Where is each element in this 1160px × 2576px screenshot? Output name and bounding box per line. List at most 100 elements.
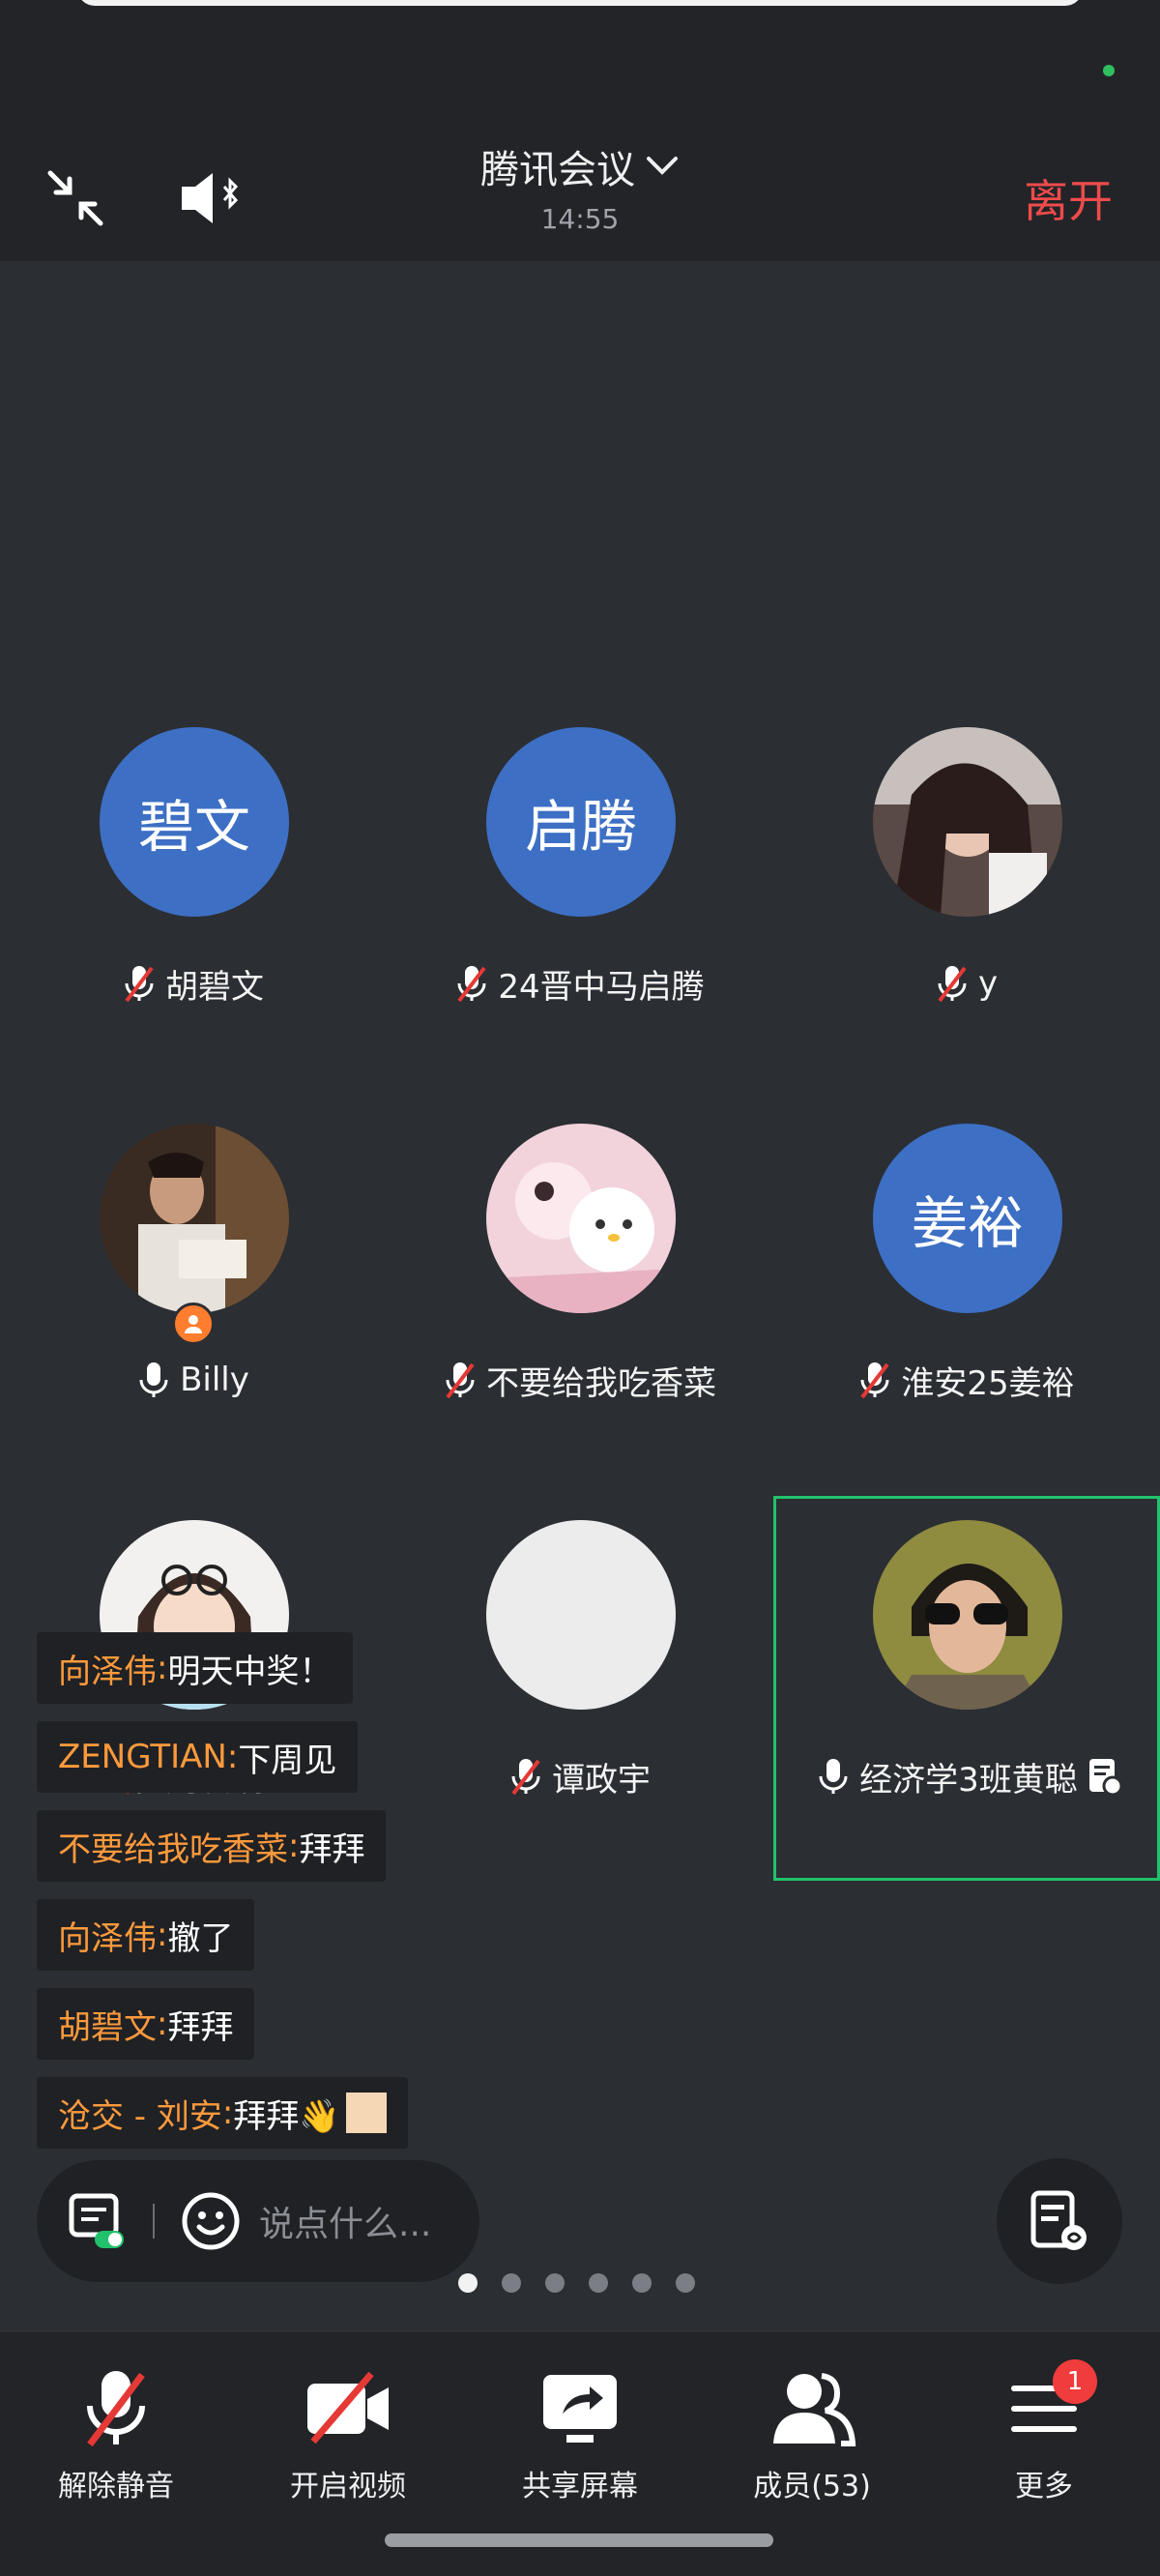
chat-message[interactable]: 胡碧文: 拜拜 xyxy=(37,1988,255,2060)
leave-button[interactable]: 离开 xyxy=(996,164,1141,232)
chat-input-placeholder[interactable]: 说点什么... xyxy=(259,2196,431,2246)
meeting-title-text: 腾讯会议 xyxy=(480,148,635,192)
chat-separator: : xyxy=(157,1916,168,1954)
chat-sender: 不要给我吃香菜 xyxy=(58,1830,288,1869)
participant-name-row: 谭政宇 xyxy=(387,1752,773,1800)
participant-name: 淮安25姜裕 xyxy=(901,1363,1075,1403)
mic-muted-icon xyxy=(446,1362,475,1399)
participant-tile[interactable]: 碧文 胡碧文 xyxy=(0,727,387,1104)
divider xyxy=(153,2204,155,2239)
avatar: 启腾 xyxy=(486,727,676,917)
avatar: 碧文 xyxy=(100,727,289,917)
participant-name-row: 经济学3班黄聪 xyxy=(776,1752,1160,1800)
chat-message[interactable]: ZENGTIAN: 下周见 xyxy=(37,1721,359,1793)
participant-tile[interactable]: 启腾 24晋中马启腾 xyxy=(387,727,773,1104)
chat-input-bar[interactable]: 说点什么... xyxy=(37,2160,479,2282)
participant-name-row: y xyxy=(773,959,1160,1008)
page-dot[interactable] xyxy=(502,2273,521,2293)
mic-muted-icon xyxy=(938,966,967,1003)
participant-tile[interactable]: Billy xyxy=(0,1124,387,1501)
mic-muted-icon xyxy=(457,966,486,1003)
participant-tile[interactable]: y xyxy=(773,727,1160,1104)
notes-icon xyxy=(1030,2190,1087,2250)
avatar-photo xyxy=(486,1124,676,1313)
mic-muted-icon xyxy=(860,1362,889,1399)
meeting-title[interactable]: 腾讯会议 xyxy=(435,137,725,195)
start-video-button[interactable]: 开启视频 xyxy=(251,2365,445,2510)
status-strip xyxy=(0,0,1160,145)
mic-icon xyxy=(819,1759,848,1794)
participant-tile[interactable]: 谭政宇 xyxy=(387,1520,773,1897)
chat-sender: 胡碧文 xyxy=(58,2007,157,2047)
meeting-notes-button[interactable] xyxy=(997,2158,1122,2284)
page-dot[interactable] xyxy=(589,2273,608,2293)
avatar-photo xyxy=(873,727,1062,917)
share-screen-button[interactable]: 共享屏幕 xyxy=(483,2365,677,2510)
chat-separator: : xyxy=(288,1827,300,1865)
mic-muted-icon xyxy=(63,2365,169,2452)
notification-badge: 1 xyxy=(1053,2359,1097,2404)
chevron-down-icon xyxy=(647,157,678,175)
emoji-icon[interactable] xyxy=(180,2190,242,2252)
participant-name: 24晋中马启腾 xyxy=(498,967,705,1007)
participant-name: Billy xyxy=(180,1361,249,1399)
chat-sender: 向泽伟 xyxy=(58,1652,157,1691)
start-video-label: 开启视频 xyxy=(290,2470,406,2503)
participant-tile-active-speaker[interactable]: 经济学3班黄聪 xyxy=(773,1496,1160,1881)
chat-text: 拜拜 xyxy=(167,2007,234,2047)
avatar: 姜裕 xyxy=(873,1124,1062,1313)
chat-message[interactable]: 向泽伟: 撤了 xyxy=(37,1899,255,1971)
chat-text: 拜拜👋 xyxy=(233,2096,340,2136)
participant-name: 胡碧文 xyxy=(165,967,264,1007)
page-dot[interactable] xyxy=(545,2273,565,2293)
chat-sender: 沧交 - 刘安 xyxy=(58,2096,222,2136)
home-indicator[interactable] xyxy=(385,2533,773,2547)
participant-tile[interactable]: 不要给我吃香菜 xyxy=(387,1124,773,1501)
participant-name: 经济学3班黄聪 xyxy=(859,1760,1078,1800)
page-dot[interactable] xyxy=(632,2273,652,2293)
emoji-glyph xyxy=(345,2093,387,2133)
participant-name: y xyxy=(977,964,999,1003)
participant-name-row: Billy xyxy=(0,1356,387,1404)
chat-text: 撤了 xyxy=(167,1918,234,1958)
page-dot[interactable] xyxy=(676,2273,695,2293)
avatar-placeholder xyxy=(486,1520,676,1710)
participant-tile[interactable]: 姜裕 淮安25姜裕 xyxy=(773,1124,1160,1501)
participant-name-row: 胡碧文 xyxy=(0,959,387,1008)
chat-text: 明天中奖！ xyxy=(167,1652,333,1691)
share-screen-label: 共享屏幕 xyxy=(522,2470,638,2503)
avatar-photo xyxy=(873,1520,1062,1710)
host-icon xyxy=(172,1303,215,1345)
participant-name: 不要给我吃香菜 xyxy=(486,1363,716,1403)
chat-text: 拜拜 xyxy=(299,1830,365,1869)
chat-message[interactable]: 沧交 - 刘安: 拜拜👋 xyxy=(37,2077,408,2149)
participant-name-row: 24晋中马启腾 xyxy=(387,959,773,1008)
minimize-icon[interactable] xyxy=(37,160,114,237)
mic-muted-icon xyxy=(125,966,154,1003)
chat-separator: : xyxy=(157,1649,168,1687)
chat-message[interactable]: 不要给我吃香菜: 拜拜 xyxy=(37,1810,387,1882)
chat-text: 下周见 xyxy=(238,1741,337,1780)
more-button[interactable]: 1 更多 xyxy=(947,2359,1141,2510)
more-label: 更多 xyxy=(1015,2470,1073,2503)
members-button[interactable]: 成员(53) xyxy=(715,2365,909,2510)
video-off-icon xyxy=(295,2365,401,2452)
share-screen-icon xyxy=(527,2365,633,2452)
bluetooth-speaker-icon[interactable] xyxy=(174,160,251,237)
mic-icon xyxy=(139,1362,168,1397)
floating-window-bar[interactable] xyxy=(77,0,1083,6)
unmute-button[interactable]: 解除静音 xyxy=(19,2365,213,2510)
page-dot[interactable] xyxy=(458,2273,478,2293)
participant-name-row: 不要给我吃香菜 xyxy=(387,1356,773,1404)
chat-settings-icon[interactable] xyxy=(66,2190,128,2252)
participant-name: 谭政宇 xyxy=(552,1760,651,1800)
recording-indicator-dot xyxy=(1103,65,1115,76)
members-icon xyxy=(759,2365,865,2452)
chat-message[interactable]: 向泽伟: 明天中奖！ xyxy=(37,1632,354,1704)
participant-name-row: 淮安25姜裕 xyxy=(773,1356,1160,1404)
meeting-duration: 14:55 xyxy=(540,203,620,235)
top-bar: 腾讯会议 14:55 离开 xyxy=(0,126,1160,261)
chat-separator: : xyxy=(221,2093,234,2132)
notes-doc-icon xyxy=(1088,1759,1122,1796)
menu-icon: 1 xyxy=(991,2359,1097,2452)
